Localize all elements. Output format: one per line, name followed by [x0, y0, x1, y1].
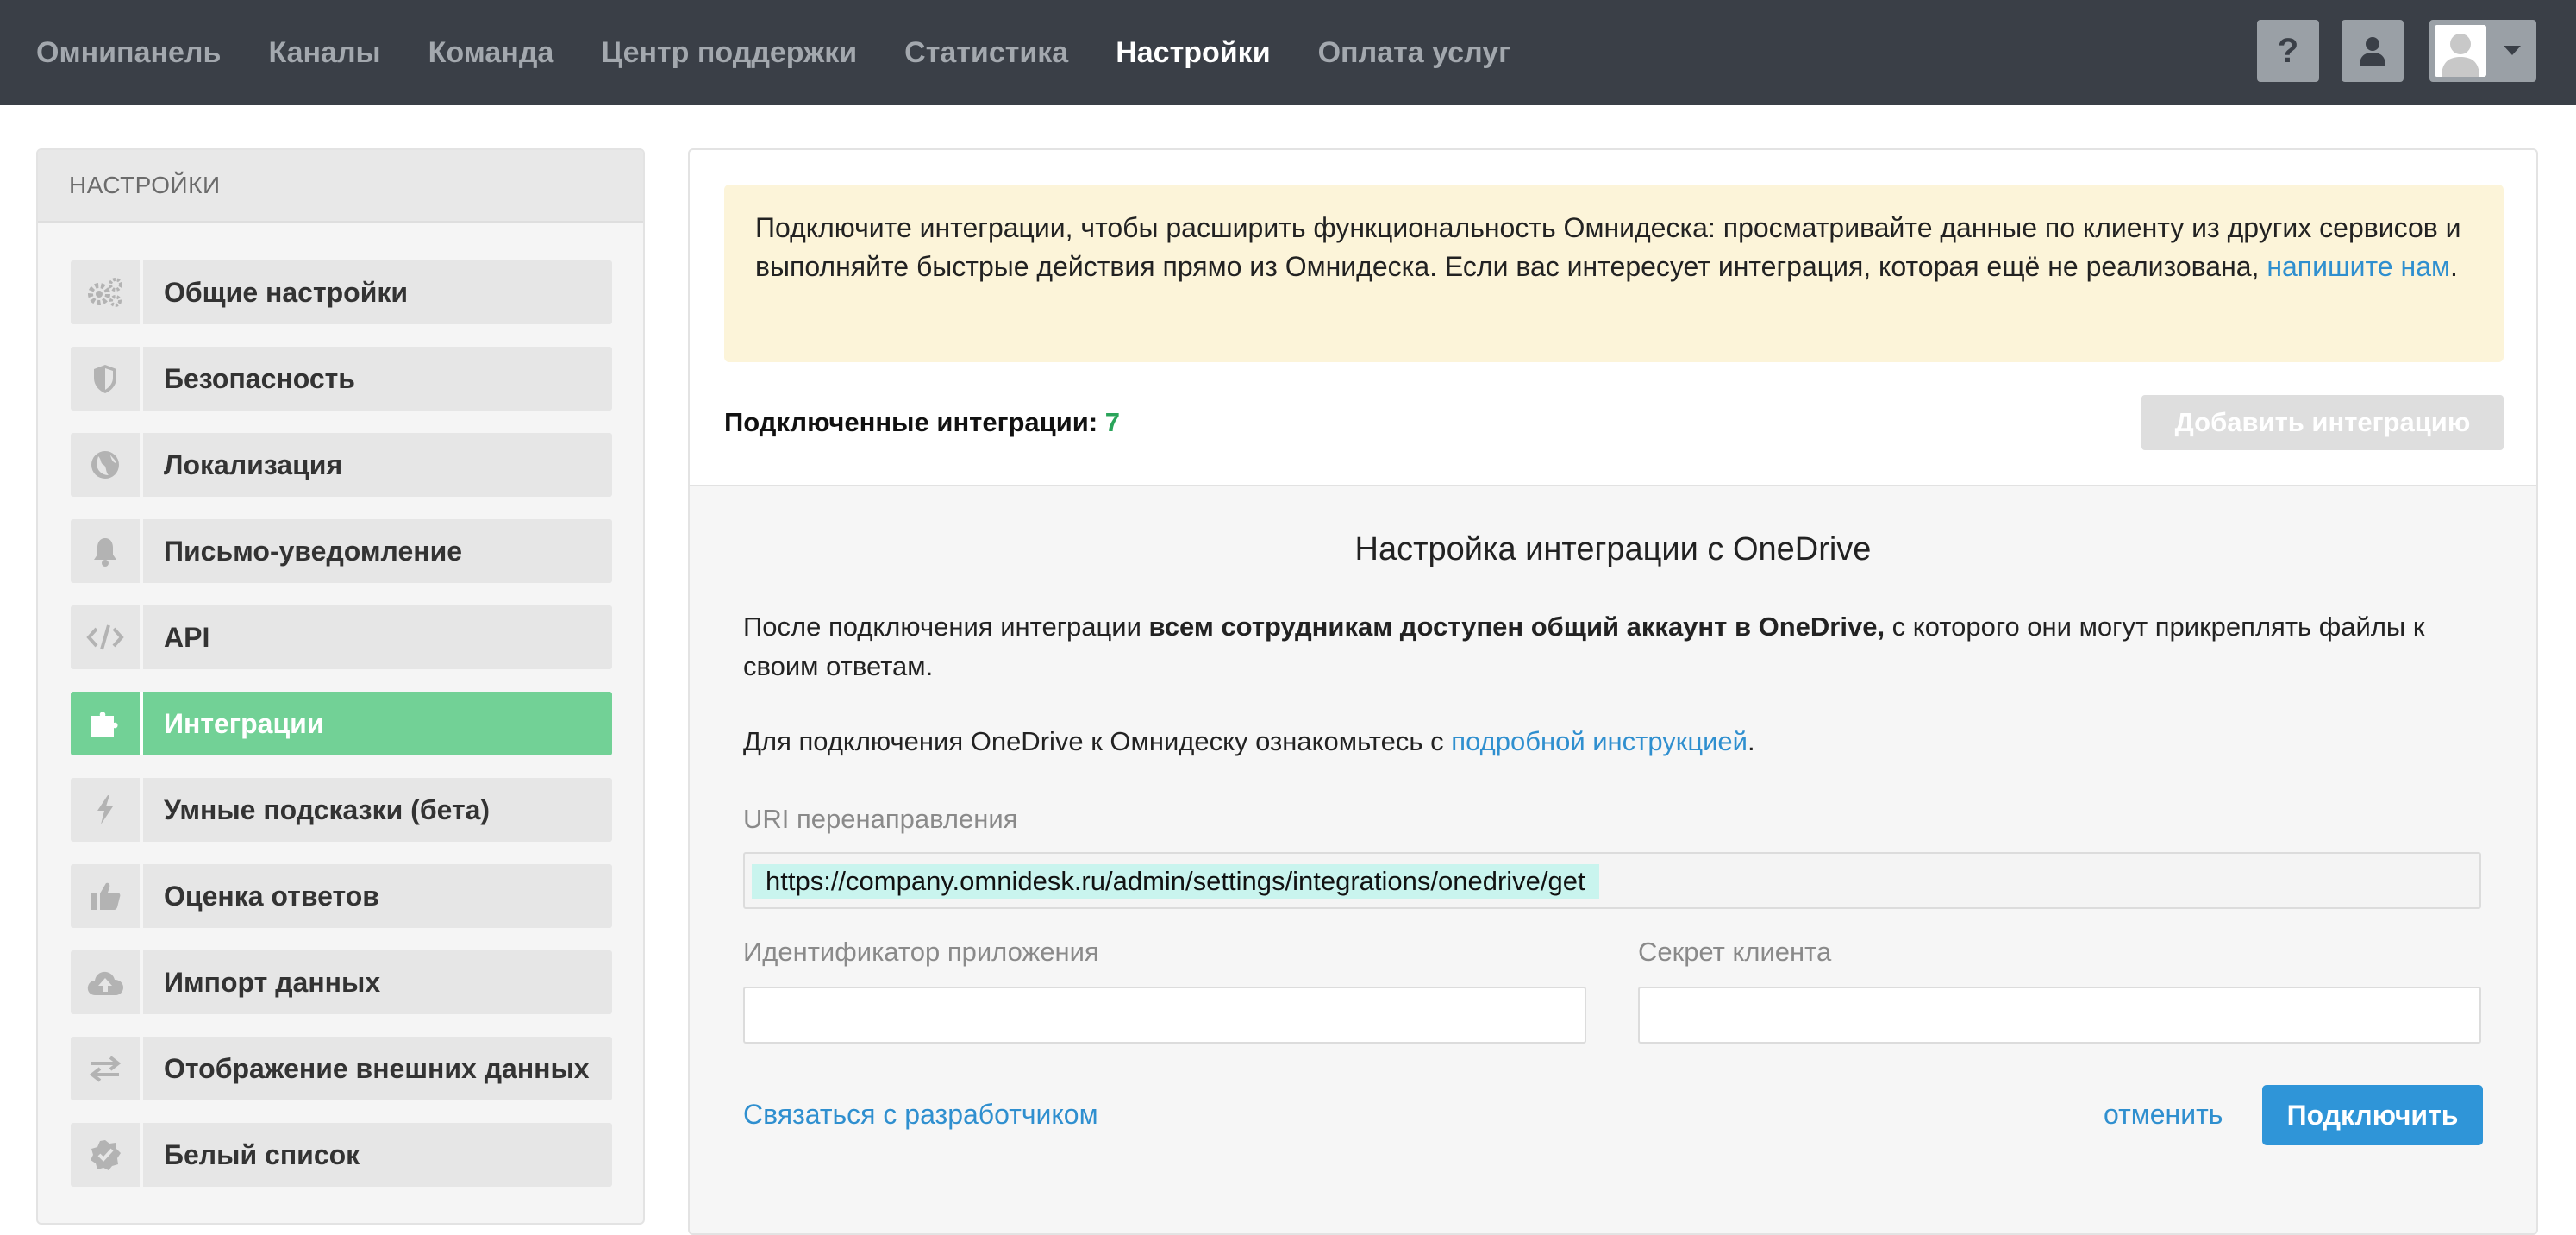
nav-link-omnipanel[interactable]: Омнипанель — [36, 36, 221, 70]
nav-link-team[interactable]: Команда — [428, 36, 554, 70]
sidebar-item-general-settings[interactable]: Общие настройки — [71, 260, 612, 324]
app-id-label: Идентификатор приложения — [743, 937, 1099, 967]
sidebar-item-notification-letter[interactable]: Письмо-уведомление — [71, 519, 612, 583]
contact-developer-link[interactable]: Связаться с разработчиком — [743, 1099, 1098, 1131]
avatar-placeholder-icon — [2435, 25, 2486, 77]
cloud-upload-icon — [71, 950, 143, 1014]
account-menu-button[interactable] — [2429, 20, 2536, 82]
description-start: После подключения интеграции — [743, 611, 1149, 642]
bell-icon — [71, 519, 143, 583]
sidebar-item-label: Безопасность — [164, 362, 355, 394]
sidebar-item-localization[interactable]: Локализация — [71, 433, 612, 497]
setup-title: Настройка интеграции с OneDrive — [1354, 531, 1872, 567]
app-id-input[interactable] — [743, 987, 1586, 1044]
info-notice: Подключите интеграции, чтобы расширить ф… — [724, 185, 2504, 362]
sidebar-item-external-data[interactable]: Отображение внешних данных — [71, 1037, 612, 1100]
redirect-uri-label: URI перенаправления — [743, 804, 1018, 834]
sidebar-item-api[interactable]: API — [71, 605, 612, 669]
lightning-icon — [71, 778, 143, 842]
client-secret-input[interactable] — [1638, 987, 2481, 1044]
notice-text: Подключите интеграции, чтобы расширить ф… — [755, 212, 2461, 282]
person-icon — [2360, 37, 2385, 66]
sidebar-item-label: API — [164, 621, 210, 653]
instruction-end: . — [1747, 726, 1755, 756]
puzzle-icon — [71, 692, 143, 755]
detailed-instruction-link[interactable]: подробной инструкцией — [1451, 726, 1748, 756]
profile-button[interactable] — [2342, 20, 2404, 82]
add-integration-button[interactable]: Добавить интеграцию — [2141, 395, 2504, 450]
description-bold: всем сотрудникам доступен общий аккаунт … — [1148, 611, 1885, 642]
sidebar-item-label: Интеграции — [164, 707, 324, 739]
onedrive-setup-section: Настройка интеграции с OneDrive После по… — [690, 485, 2536, 1233]
redirect-uri-field[interactable]: https://company.omnidesk.ru/admin/settin… — [743, 852, 2481, 909]
globe-icon — [71, 433, 143, 497]
sidebar-item-security[interactable]: Безопасность — [71, 347, 612, 411]
code-icon — [71, 605, 143, 669]
integrations-panel: Подключите интеграции, чтобы расширить ф… — [688, 148, 2538, 1235]
sidebar-title: НАСТРОЙКИ — [38, 150, 643, 223]
redirect-uri-value[interactable]: https://company.omnidesk.ru/admin/settin… — [752, 864, 1599, 899]
setup-description: После подключения интеграции всем сотруд… — [743, 607, 2476, 686]
sidebar-menu: Общие настройки Безопасность Локализация — [71, 260, 612, 1209]
sidebar-item-label: Белый список — [164, 1138, 360, 1170]
instruction-start: Для подключения OneDrive к Омнидеску озн… — [743, 726, 1452, 756]
nav-links: Омнипанель Каналы Команда Центр поддержк… — [36, 0, 1558, 105]
sidebar-item-label: Отображение внешних данных — [164, 1052, 590, 1084]
nav-link-statistics[interactable]: Статистика — [904, 36, 1068, 70]
notice-end: . — [2449, 251, 2458, 282]
check-badge-icon — [71, 1123, 143, 1187]
top-navigation: Омнипанель Каналы Команда Центр поддержк… — [0, 0, 2576, 105]
shield-icon — [71, 347, 143, 411]
sidebar-item-response-rating[interactable]: Оценка ответов — [71, 864, 612, 928]
sidebar-item-label: Импорт данных — [164, 966, 381, 998]
gears-icon — [71, 260, 143, 324]
connected-integrations: Подключенные интеграции: 7 — [724, 407, 1120, 438]
thumbs-up-icon — [71, 864, 143, 928]
sidebar-item-label: Умные подсказки (бета) — [164, 793, 491, 825]
client-secret-label: Секрет клиента — [1638, 937, 1832, 967]
sidebar-item-whitelist[interactable]: Белый список — [71, 1123, 612, 1187]
cancel-link[interactable]: отменить — [2104, 1099, 2223, 1131]
nav-link-billing[interactable]: Оплата услуг — [1318, 36, 1511, 70]
contact-us-link[interactable]: напишите нам — [2267, 251, 2450, 282]
nav-link-support-center[interactable]: Центр поддержки — [601, 36, 857, 70]
connected-count: 7 — [1104, 407, 1121, 437]
instruction-text: Для подключения OneDrive к Омнидеску озн… — [743, 726, 1755, 757]
sidebar-item-label: Письмо-уведомление — [164, 535, 463, 567]
sidebar-item-data-import[interactable]: Импорт данных — [71, 950, 612, 1014]
exchange-arrows-icon — [71, 1037, 143, 1100]
help-icon: ? — [2277, 31, 2299, 70]
sidebar-item-smart-hints[interactable]: Умные подсказки (бета) — [71, 778, 612, 842]
sidebar-item-label: Общие настройки — [164, 276, 409, 308]
sidebar-item-label: Локализация — [164, 448, 343, 480]
connect-button[interactable]: Подключить — [2262, 1085, 2483, 1145]
help-button[interactable]: ? — [2257, 20, 2319, 82]
avatar — [2435, 25, 2486, 77]
nav-link-settings[interactable]: Настройки — [1116, 36, 1270, 70]
connected-label: Подключенные интеграции: — [724, 407, 1098, 437]
chevron-down-icon — [2504, 46, 2521, 55]
nav-link-channels[interactable]: Каналы — [268, 36, 380, 70]
sidebar-item-label: Оценка ответов — [164, 880, 379, 912]
sidebar-item-integrations[interactable]: Интеграции — [71, 692, 612, 755]
settings-sidebar: НАСТРОЙКИ Общие настройки Безопасность Л… — [36, 148, 645, 1225]
